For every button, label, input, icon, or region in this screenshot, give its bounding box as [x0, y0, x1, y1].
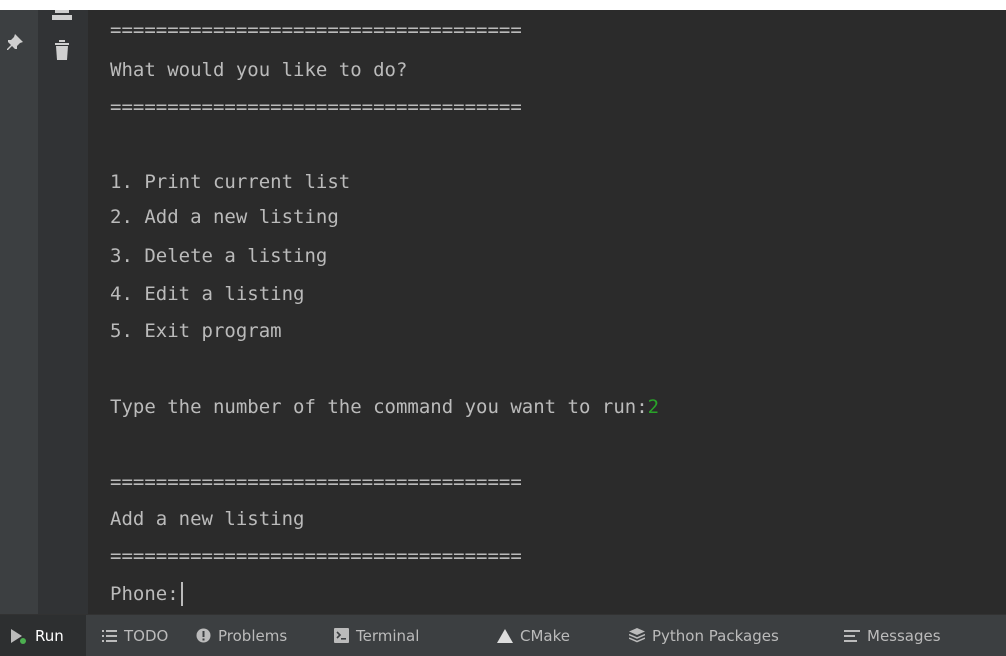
separator-line: ==================================== — [110, 96, 522, 118]
run-panel-left-toolbar — [0, 10, 38, 614]
console-side-toolbar — [38, 10, 89, 614]
separator-line: ==================================== — [110, 545, 522, 567]
tab-label: Terminal — [356, 626, 420, 645]
phone-prompt: Phone: — [110, 583, 179, 605]
tab-label: TODO — [124, 626, 169, 645]
tab-problems[interactable]: Problems — [196, 615, 287, 656]
run-console-output[interactable]: ==================================== Wha… — [89, 10, 1006, 614]
tab-label: Problems — [218, 626, 288, 645]
user-input-echo: 2 — [647, 396, 660, 418]
cmake-icon — [497, 628, 513, 643]
menu-option-3: 3. Delete a listing — [110, 245, 328, 267]
tab-label: Messages — [867, 626, 941, 645]
print-icon[interactable] — [52, 10, 72, 20]
tab-cmake[interactable]: CMake — [497, 615, 570, 656]
trash-icon[interactable] — [54, 40, 70, 60]
todo-list-icon — [102, 630, 117, 642]
section-heading: Add a new listing — [110, 508, 305, 530]
menu-option-4: 4. Edit a listing — [110, 283, 305, 305]
problems-icon — [196, 628, 211, 643]
window-top-edge — [0, 0, 1006, 10]
tab-label: Run — [35, 626, 64, 645]
separator-line: ==================================== — [110, 471, 522, 493]
tool-window-bar: Run TODO Problems Terminal CMake Python … — [0, 614, 1006, 656]
tab-todo[interactable]: TODO — [102, 615, 168, 656]
menu-option-1: 1. Print current list — [110, 171, 351, 193]
command-prompt: Type the number of the command you want … — [110, 396, 648, 418]
terminal-icon — [334, 628, 349, 643]
text-cursor — [180, 582, 183, 606]
tab-label: Python Packages — [652, 626, 779, 645]
separator-line: ==================================== — [110, 19, 522, 41]
phone-input-line[interactable]: Phone: — [110, 582, 183, 606]
tab-python-packages[interactable]: Python Packages — [629, 615, 779, 656]
pin-icon[interactable] — [6, 34, 24, 52]
tab-terminal[interactable]: Terminal — [334, 615, 419, 656]
tab-messages[interactable]: Messages — [844, 615, 941, 656]
menu-option-5: 5. Exit program — [110, 320, 282, 342]
python-packages-icon — [629, 628, 645, 643]
tab-label: CMake — [520, 626, 570, 645]
messages-icon — [844, 629, 860, 642]
command-prompt-line: Type the number of the command you want … — [110, 395, 659, 419]
run-icon — [11, 628, 26, 644]
menu-heading: What would you like to do? — [110, 59, 408, 81]
tab-run[interactable]: Run — [0, 615, 86, 656]
menu-option-2: 2. Add a new listing — [110, 206, 339, 228]
